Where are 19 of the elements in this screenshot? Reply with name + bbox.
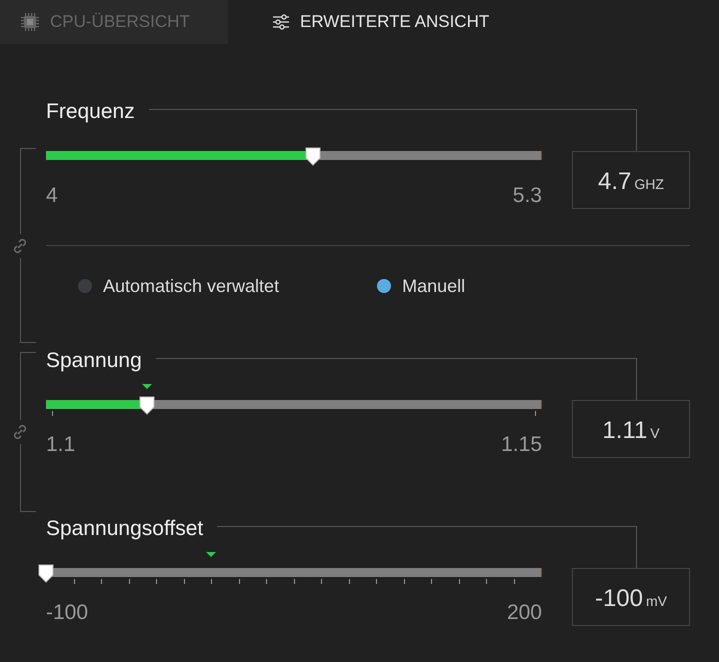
value-field[interactable]: 1.11 V xyxy=(572,400,690,458)
radio-option[interactable]: Manuell xyxy=(377,276,466,296)
min-label: 1.1 xyxy=(46,432,76,458)
radio-option[interactable]: Automatisch verwaltet xyxy=(78,276,280,296)
max-label: 5.3 xyxy=(512,184,542,208)
slider-thumb[interactable] xyxy=(304,146,322,166)
chip-icon xyxy=(20,12,40,32)
min-label: 4 xyxy=(46,184,58,208)
sliders-icon xyxy=(272,14,290,30)
slider-thumb[interactable] xyxy=(138,395,156,415)
value-field[interactable]: 4.7 GHZ xyxy=(572,151,690,209)
section-title: Spannung xyxy=(46,348,143,374)
min-label: -100 xyxy=(46,600,88,626)
slider-thumb[interactable] xyxy=(37,563,55,583)
value-field[interactable]: -100 mV xyxy=(572,568,690,626)
section-title: Frequenz xyxy=(46,99,136,125)
section-title: Spannungsoffset xyxy=(46,516,204,542)
max-label: 200 xyxy=(506,600,542,626)
max-label: 1.15 xyxy=(501,432,542,458)
